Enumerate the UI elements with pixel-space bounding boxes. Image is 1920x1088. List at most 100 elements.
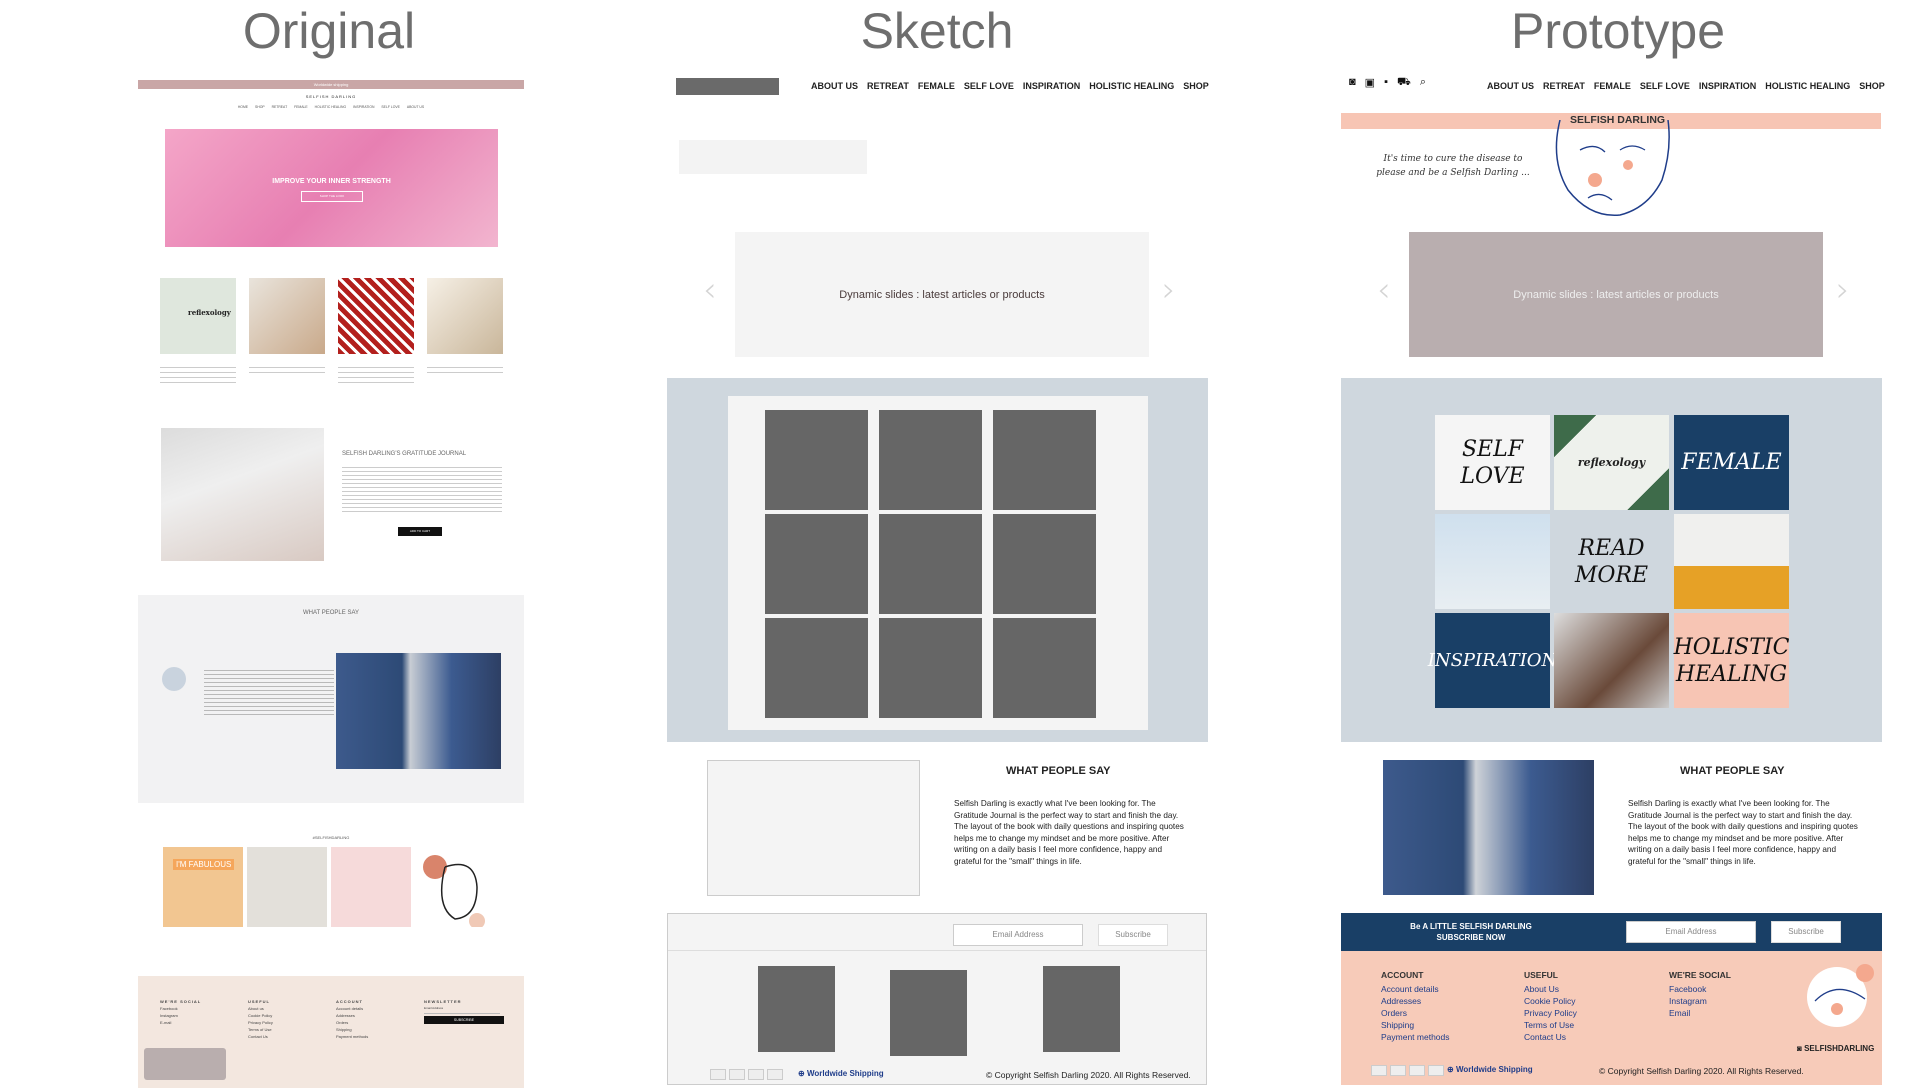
nav-item[interactable]: ABOUT US xyxy=(407,105,424,109)
subscribe-button[interactable]: Subscribe xyxy=(1771,921,1841,943)
footer-link[interactable]: Payment methods xyxy=(1381,1032,1450,1042)
footer-link[interactable]: Addresses xyxy=(336,1013,355,1018)
email-input[interactable]: Email Address xyxy=(953,924,1083,946)
nav-item[interactable]: SELF LOVE xyxy=(381,105,399,109)
grid-tile[interactable] xyxy=(765,410,868,510)
footer-link[interactable]: Instagram xyxy=(1669,996,1707,1006)
tile-woman-photo[interactable] xyxy=(1554,613,1669,708)
email-input[interactable]: Email Address xyxy=(1626,921,1756,943)
thumb-hand[interactable] xyxy=(338,278,414,354)
nav-inspiration[interactable]: INSPIRATION xyxy=(1699,81,1756,91)
footer-link[interactable]: Facebook xyxy=(160,1006,178,1011)
footer-link[interactable]: Cookie Policy xyxy=(1524,996,1576,1006)
tile-label: LOVE xyxy=(1460,463,1525,489)
thumb-products[interactable] xyxy=(427,278,503,354)
grid-tile[interactable] xyxy=(993,514,1096,614)
footer-link[interactable]: Terms of Use xyxy=(248,1027,272,1032)
hero-button[interactable]: SHOP THE LOOK xyxy=(301,191,363,202)
nav-self-love[interactable]: SELF LOVE xyxy=(964,81,1014,91)
thumb-label: reflexology xyxy=(188,308,231,317)
footer-link[interactable]: Payment methods xyxy=(336,1034,368,1039)
tile-holistic-healing[interactable]: HOLISTIC HEALING xyxy=(1674,613,1789,708)
nav-item[interactable]: RETREAT xyxy=(272,105,288,109)
grid-tile[interactable] xyxy=(879,410,982,510)
chevron-left-icon[interactable]: ‹ xyxy=(1377,270,1391,310)
cookie-banner[interactable] xyxy=(144,1048,226,1080)
newsletter-input[interactable]: Email Address xyxy=(424,1005,500,1014)
nav-holistic[interactable]: HOLISTIC HEALING xyxy=(1765,81,1850,91)
insta-fabulous[interactable]: I'M FABULOUS xyxy=(163,847,243,927)
nav-female[interactable]: FEMALE xyxy=(1594,81,1631,91)
tile-bag-photo[interactable] xyxy=(1674,514,1789,609)
account-icon[interactable]: ▪ xyxy=(1384,76,1388,90)
tile-female[interactable]: FEMALE xyxy=(1674,415,1789,510)
footer-link[interactable]: Shipping xyxy=(1381,1020,1414,1030)
nav-shop[interactable]: SHOP xyxy=(1183,81,1209,91)
footer-link[interactable]: Orders xyxy=(336,1020,348,1025)
footer-useful: USEFUL About us Cookie Policy Privacy Po… xyxy=(248,998,273,1040)
nav-shop[interactable]: SHOP xyxy=(1859,81,1885,91)
tile-reflexology[interactable]: reflexology xyxy=(1554,415,1669,510)
tile-meditation-photo[interactable] xyxy=(1435,514,1550,609)
footer-block-placeholder xyxy=(890,970,967,1056)
instagram-icon[interactable]: ◙ xyxy=(1349,76,1356,90)
chevron-right-icon[interactable]: › xyxy=(1162,270,1176,310)
grid-tile[interactable] xyxy=(765,514,868,614)
footer-link[interactable]: Addresses xyxy=(1381,996,1421,1006)
footer-link[interactable]: Privacy Policy xyxy=(1524,1008,1577,1018)
nav-inspiration[interactable]: INSPIRATION xyxy=(1023,81,1080,91)
tile-read-more[interactable]: READ MORE xyxy=(1554,514,1669,609)
search-icon[interactable]: ⌕ xyxy=(1420,76,1426,90)
footer-link[interactable]: Facebook xyxy=(1669,984,1706,994)
thumb-caption xyxy=(427,363,503,375)
footer-link[interactable]: Contact Us xyxy=(248,1034,268,1039)
nav-holistic[interactable]: HOLISTIC HEALING xyxy=(1089,81,1174,91)
newsletter-heading: Be A LITTLE SELFISH DARLING SUBSCRIBE NOW xyxy=(1401,921,1541,943)
footer-link[interactable]: Email xyxy=(1669,1008,1690,1018)
footer-link[interactable]: Orders xyxy=(1381,1008,1407,1018)
facebook-icon[interactable]: ▣ xyxy=(1365,76,1375,90)
original-page: Worldwide shipping SELFISH DARLING HOME … xyxy=(138,80,524,1088)
footer-link[interactable]: Shipping xyxy=(336,1027,352,1032)
nav-retreat[interactable]: RETREAT xyxy=(867,81,909,91)
insta-journal[interactable] xyxy=(331,847,411,927)
subscribe-button[interactable]: Subscribe xyxy=(1098,924,1168,946)
footer-link[interactable]: About Us xyxy=(1524,984,1559,994)
footer-link[interactable]: Privacy Policy xyxy=(248,1020,273,1025)
chevron-right-icon[interactable]: › xyxy=(1836,270,1850,310)
footer-link[interactable]: E-mail xyxy=(160,1020,171,1025)
footer-link[interactable]: Instagram xyxy=(160,1013,178,1018)
grid-tile[interactable] xyxy=(765,618,868,718)
grid-tile[interactable] xyxy=(993,618,1096,718)
nav-item[interactable]: FEMALE xyxy=(294,105,308,109)
cart-icon[interactable]: ⛟ xyxy=(1397,76,1411,90)
tile-inspiration[interactable]: INSPIRATION xyxy=(1428,613,1557,708)
thumb-reflexology[interactable]: reflexology xyxy=(160,278,236,354)
grid-tile[interactable] xyxy=(993,410,1096,510)
nav-item[interactable]: HOLISTIC HEALING xyxy=(315,105,346,109)
add-to-cart-button[interactable]: ADD TO CART xyxy=(398,527,442,536)
nav-self-love[interactable]: SELF LOVE xyxy=(1640,81,1690,91)
chevron-left-icon[interactable]: ‹ xyxy=(703,270,717,310)
footer-handle[interactable]: ◙ SELFISHDARLING xyxy=(1797,1044,1874,1053)
nav-about[interactable]: ABOUT US xyxy=(1487,81,1534,91)
nav-about[interactable]: ABOUT US xyxy=(811,81,858,91)
insta-coffee[interactable] xyxy=(247,847,327,927)
tile-self-love[interactable]: SELF LOVE xyxy=(1435,415,1550,510)
footer-link[interactable]: About us xyxy=(248,1006,264,1011)
footer-link[interactable]: Cookie Policy xyxy=(248,1013,272,1018)
footer-link[interactable]: Account details xyxy=(336,1006,363,1011)
subscribe-button[interactable]: SUBSCRIBE xyxy=(424,1016,504,1024)
nav-item[interactable]: SHOP xyxy=(255,105,265,109)
nav-retreat[interactable]: RETREAT xyxy=(1543,81,1585,91)
nav-item[interactable]: INSPIRATION xyxy=(353,105,374,109)
grid-tile[interactable] xyxy=(879,514,982,614)
grid-tile[interactable] xyxy=(879,618,982,718)
footer-link[interactable]: Contact Us xyxy=(1524,1032,1566,1042)
thumb-food[interactable] xyxy=(249,278,325,354)
nav-item[interactable]: HOME xyxy=(238,105,248,109)
nav-female[interactable]: FEMALE xyxy=(918,81,955,91)
insta-face-art[interactable] xyxy=(415,847,495,929)
footer-link[interactable]: Terms of Use xyxy=(1524,1020,1574,1030)
footer-link[interactable]: Account details xyxy=(1381,984,1439,994)
